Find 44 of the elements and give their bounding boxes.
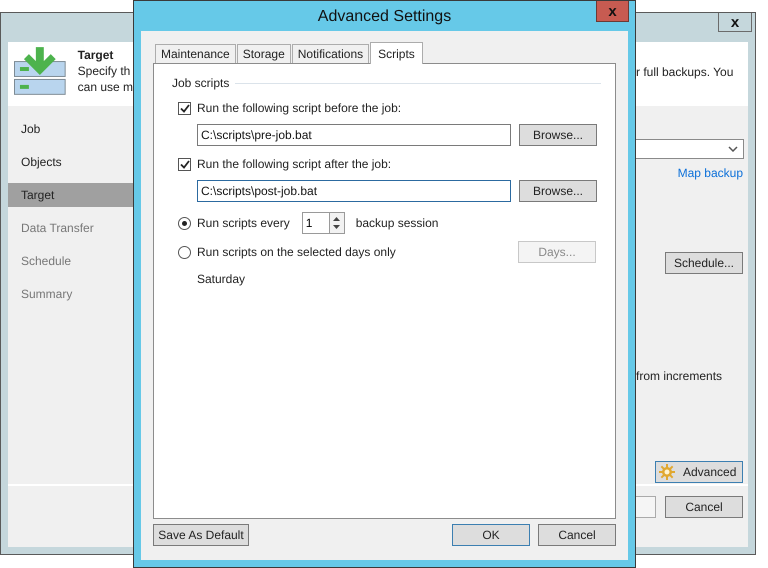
step-title: Target xyxy=(78,47,114,63)
save-as-default-button[interactable]: Save As Default xyxy=(153,524,249,546)
step-description: can use m xyxy=(78,79,133,95)
radio-button[interactable] xyxy=(178,216,191,230)
target-icon xyxy=(14,47,68,95)
browse-button[interactable]: Browse... xyxy=(519,124,597,146)
number-field[interactable]: 1 xyxy=(302,212,329,234)
script-path-field[interactable]: C:\scripts\post-job.bat xyxy=(197,180,511,202)
up-arrow-icon[interactable] xyxy=(333,217,340,221)
ok-button[interactable]: OK xyxy=(452,524,530,546)
map-backup-link[interactable]: Map backup xyxy=(678,166,743,180)
wizard-step[interactable]: Objects xyxy=(8,150,133,174)
spinner-suffix: backup session xyxy=(356,216,438,230)
checkbox[interactable] xyxy=(178,102,191,114)
script-path-field[interactable]: C:\scripts\pre-job.bat xyxy=(197,124,511,146)
group-label: Job scripts xyxy=(172,76,230,90)
close-button[interactable]: x xyxy=(596,1,629,22)
radio-label: Run scripts every xyxy=(197,216,290,230)
cancel-button[interactable]: Cancel xyxy=(538,524,616,546)
checkbox-label: Run the following script before the job: xyxy=(197,101,402,115)
checkbox-label: Run the following script after the job: xyxy=(197,157,392,171)
radio-button[interactable] xyxy=(178,246,191,258)
checkbox[interactable] xyxy=(178,158,191,170)
chevron-icon xyxy=(728,146,738,152)
wizard-step[interactable]: Job xyxy=(8,117,133,141)
close-button[interactable]: x xyxy=(718,13,752,32)
option-label: from increments xyxy=(636,369,722,383)
wizard-step[interactable]: Target xyxy=(8,183,133,207)
tab[interactable]: Maintenance xyxy=(155,44,236,63)
tab[interactable]: Notifications xyxy=(292,44,370,63)
step-description: Specify th xyxy=(78,63,132,79)
down-arrow-icon[interactable] xyxy=(333,225,340,229)
advanced-button[interactable]: Advanced xyxy=(655,461,743,483)
schedule-button[interactable]: Schedule... xyxy=(665,252,743,274)
step-description: r full backups. You xyxy=(636,65,734,79)
spin-buttons[interactable] xyxy=(328,212,345,234)
radio-label: Run scripts on the selected days only xyxy=(197,245,396,259)
cancel-button[interactable]: Cancel xyxy=(665,496,743,518)
gear-icon xyxy=(659,464,675,480)
browse-button[interactable]: Browse... xyxy=(519,180,597,202)
dialog-title: Advanced Settings xyxy=(318,8,452,26)
tab[interactable]: Scripts xyxy=(370,42,423,64)
tab[interactable]: Storage xyxy=(236,44,291,63)
selected-days: Saturday xyxy=(197,272,601,286)
